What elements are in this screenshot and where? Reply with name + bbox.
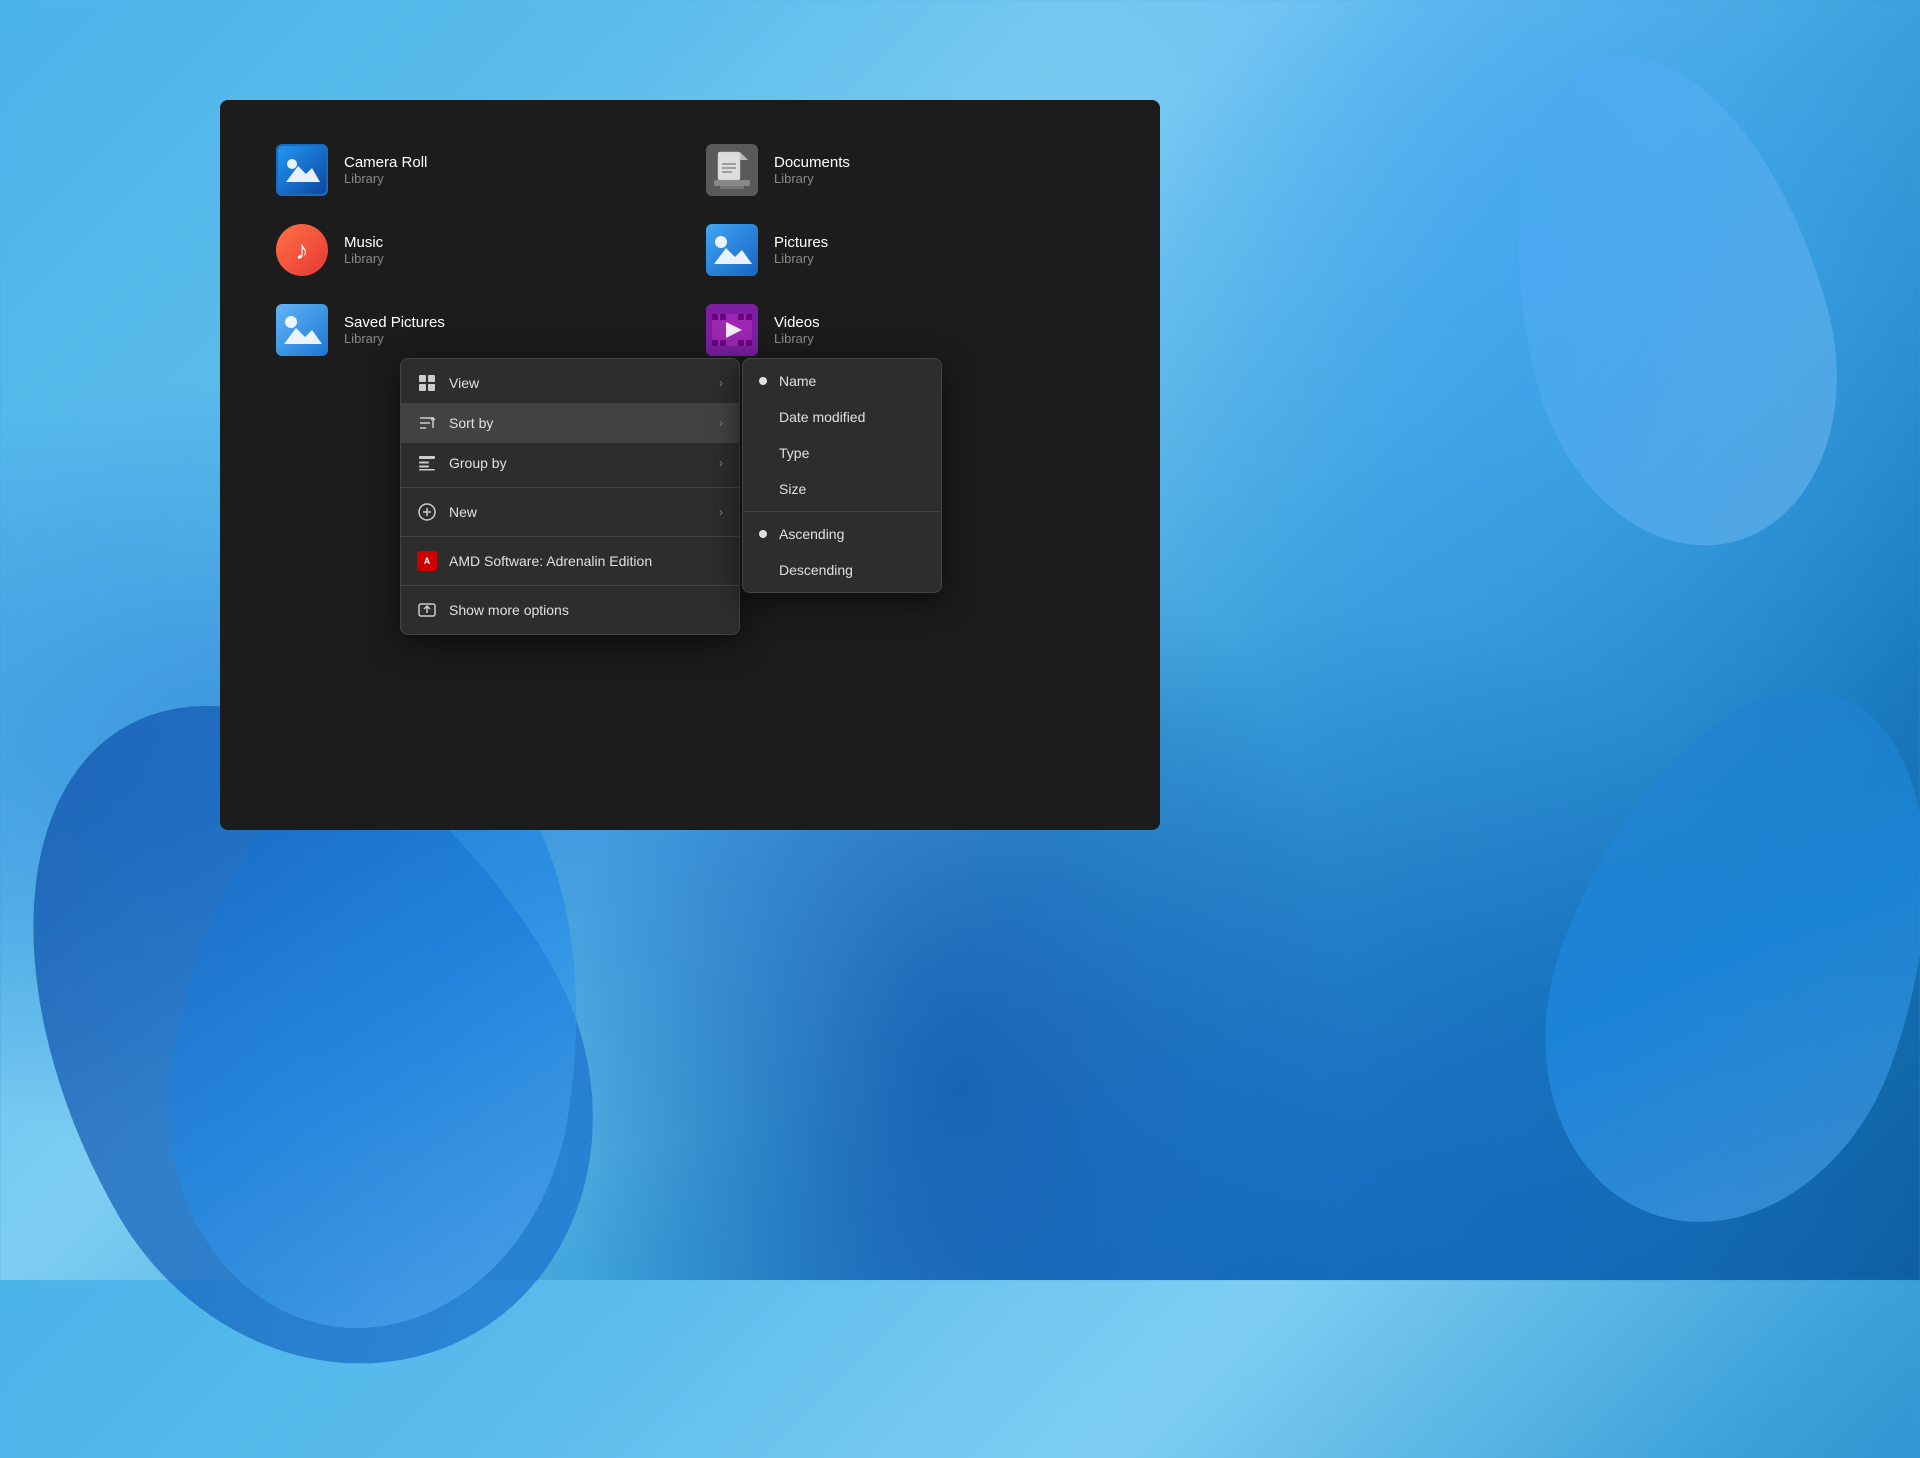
group-by-arrow: › bbox=[719, 456, 723, 470]
view-label: View bbox=[449, 375, 707, 391]
camera-roll-sub: Library bbox=[344, 171, 427, 186]
menu-item-new[interactable]: New › bbox=[401, 492, 739, 532]
videos-text: Videos Library bbox=[774, 314, 820, 346]
videos-icon bbox=[706, 304, 758, 356]
new-arrow: › bbox=[719, 505, 723, 519]
name-bullet bbox=[759, 377, 767, 385]
sort-submenu: Name Date modified Type Size Ascending D… bbox=[742, 358, 942, 593]
submenu-item-date-modified[interactable]: Date modified bbox=[743, 399, 941, 435]
documents-sub: Library bbox=[774, 171, 850, 186]
separator-1 bbox=[401, 487, 739, 488]
plus-circle-icon bbox=[417, 502, 437, 522]
name-label: Name bbox=[779, 373, 816, 389]
camera-roll-text: Camera Roll Library bbox=[344, 154, 427, 186]
menu-item-show-more[interactable]: Show more options bbox=[401, 590, 739, 630]
videos-sub: Library bbox=[774, 331, 820, 346]
descending-label: Descending bbox=[779, 562, 853, 578]
library-grid: Camera Roll Library bbox=[220, 100, 1160, 400]
submenu-item-type[interactable]: Type bbox=[743, 435, 941, 471]
music-icon: ♪ bbox=[276, 224, 328, 276]
menu-item-group-by[interactable]: Group by › bbox=[401, 443, 739, 483]
ascending-bullet bbox=[759, 530, 767, 538]
amd-label: AMD Software: Adrenalin Edition bbox=[449, 553, 723, 569]
documents-name: Documents bbox=[774, 154, 850, 171]
sort-by-arrow: › bbox=[719, 416, 723, 430]
sort-icon bbox=[417, 413, 437, 433]
pictures-name: Pictures bbox=[774, 234, 828, 251]
share-window-icon bbox=[417, 600, 437, 620]
svg-text:♪: ♪ bbox=[296, 235, 309, 265]
music-name: Music bbox=[344, 234, 384, 251]
saved-pictures-name: Saved Pictures bbox=[344, 314, 445, 331]
library-item-music[interactable]: ♪ Music Library bbox=[260, 210, 690, 290]
pictures-text: Pictures Library bbox=[774, 234, 828, 266]
camera-roll-icon bbox=[276, 144, 328, 196]
pictures-sub: Library bbox=[774, 251, 828, 266]
ascending-label: Ascending bbox=[779, 526, 844, 542]
saved-pictures-sub: Library bbox=[344, 331, 445, 346]
date-modified-label: Date modified bbox=[779, 409, 865, 425]
amd-icon: A bbox=[417, 551, 437, 571]
context-menu: View › Sort by › Group by › bbox=[400, 358, 740, 635]
saved-pictures-icon bbox=[276, 304, 328, 356]
size-label: Size bbox=[779, 481, 806, 497]
submenu-separator bbox=[743, 511, 941, 512]
type-bullet bbox=[759, 449, 767, 457]
descending-bullet bbox=[759, 566, 767, 574]
menu-item-amd[interactable]: A AMD Software: Adrenalin Edition bbox=[401, 541, 739, 581]
submenu-item-descending[interactable]: Descending bbox=[743, 552, 941, 588]
group-by-label: Group by bbox=[449, 455, 707, 471]
saved-pictures-text: Saved Pictures Library bbox=[344, 314, 445, 346]
videos-name: Videos bbox=[774, 314, 820, 331]
music-text: Music Library bbox=[344, 234, 384, 266]
show-more-label: Show more options bbox=[449, 602, 723, 618]
menu-item-view[interactable]: View › bbox=[401, 363, 739, 403]
separator-2 bbox=[401, 536, 739, 537]
pictures-icon bbox=[706, 224, 758, 276]
view-arrow: › bbox=[719, 376, 723, 390]
library-item-camera-roll[interactable]: Camera Roll Library bbox=[260, 130, 690, 210]
submenu-item-size[interactable]: Size bbox=[743, 471, 941, 507]
sort-by-label: Sort by bbox=[449, 415, 707, 431]
library-item-documents[interactable]: Documents Library bbox=[690, 130, 1120, 210]
camera-roll-name: Camera Roll bbox=[344, 154, 427, 171]
size-bullet bbox=[759, 485, 767, 493]
menu-item-sort-by[interactable]: Sort by › bbox=[401, 403, 739, 443]
grid-icon bbox=[417, 373, 437, 393]
new-label: New bbox=[449, 504, 707, 520]
date-modified-bullet bbox=[759, 413, 767, 421]
separator-3 bbox=[401, 585, 739, 586]
library-item-pictures[interactable]: Pictures Library bbox=[690, 210, 1120, 290]
group-icon bbox=[417, 453, 437, 473]
music-sub: Library bbox=[344, 251, 384, 266]
type-label: Type bbox=[779, 445, 809, 461]
submenu-item-ascending[interactable]: Ascending bbox=[743, 516, 941, 552]
documents-icon bbox=[706, 144, 758, 196]
documents-text: Documents Library bbox=[774, 154, 850, 186]
submenu-item-name[interactable]: Name bbox=[743, 363, 941, 399]
